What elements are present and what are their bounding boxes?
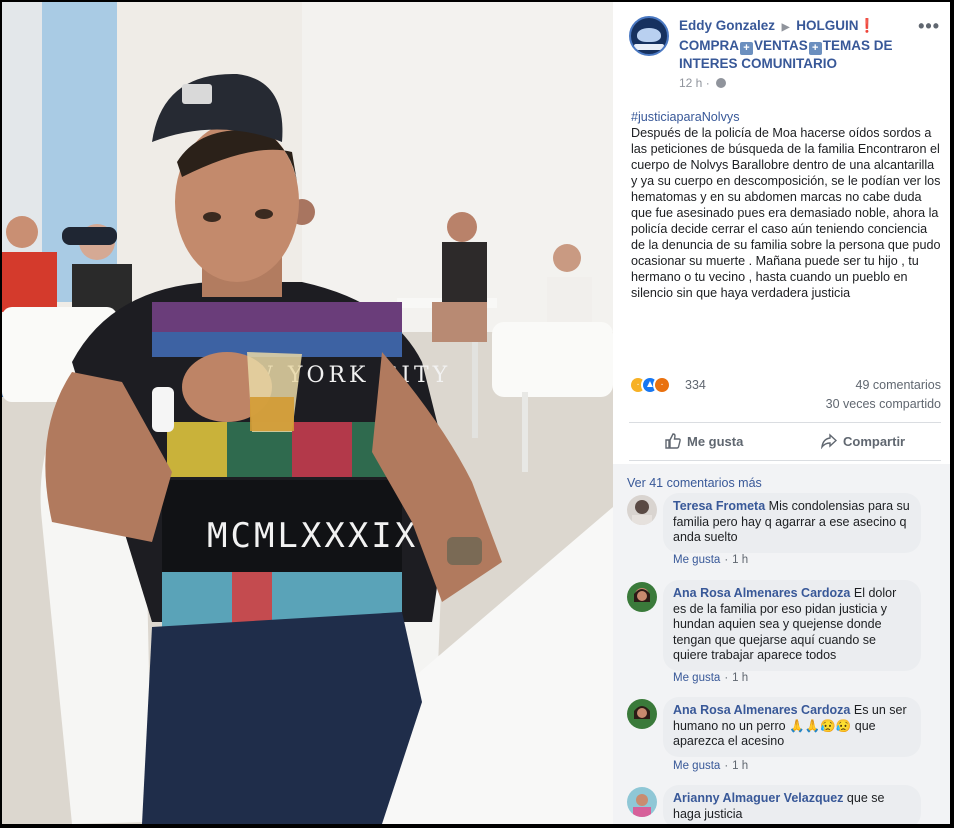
comments-section: Ver 41 comentarios más Teresa Frometa Mi… (613, 464, 950, 824)
dot-separator: · (724, 760, 729, 772)
group-name-part1: HOLGUIN (796, 18, 859, 33)
share-button-label: Compartir (843, 434, 906, 449)
share-arrow-icon (821, 433, 837, 449)
post-body-text: Después de la policía de Moa hacerse oíd… (631, 126, 941, 300)
post-text: #justiciaparaNolvys Después de la policí… (631, 109, 941, 301)
comment-bubble: Arianny Almaguer Velazquez que se haga j… (663, 785, 921, 824)
comment-author[interactable]: Ana Rosa Almenares Cardoza (673, 703, 850, 717)
photo-illustration: NEW YORK CITY MCMLXXXIX (2, 2, 613, 824)
arrow-right-icon: ▶ (781, 22, 790, 33)
exclamation-icon: ❗ (858, 18, 876, 33)
share-button[interactable]: Compartir (821, 427, 905, 457)
post-actions: Me gusta Compartir (629, 427, 941, 457)
avatar[interactable] (627, 699, 657, 729)
dot-separator: · (724, 672, 729, 684)
comment-like-button[interactable]: Me gusta (673, 672, 720, 684)
group-avatar[interactable] (629, 16, 669, 56)
plus-icon: + (740, 42, 753, 55)
comment-author[interactable]: Ana Rosa Almenares Cardoza (673, 586, 850, 600)
group-name-part2: COMPRA (679, 38, 739, 53)
comment-time[interactable]: 1 h (732, 554, 748, 566)
shares-count[interactable]: 30 veces compartido (826, 397, 941, 411)
comment-like-button[interactable]: Me gusta (673, 760, 720, 772)
post-time[interactable]: 12 h (679, 76, 702, 90)
comment-actions: Me gusta · 1 h (673, 760, 748, 772)
author-link[interactable]: Eddy Gonzalez (679, 18, 775, 33)
comment-author[interactable]: Teresa Frometa (673, 499, 765, 513)
like-button-label: Me gusta (687, 434, 744, 449)
comment-bubble: Ana Rosa Almenares Cardoza Es un ser hum… (663, 697, 921, 757)
more-options-icon[interactable]: ••• (918, 16, 940, 37)
post-panel: Eddy Gonzalez ▶ HOLGUIN❗ COMPRA + VENTAS + T… (613, 2, 950, 824)
post-meta: 12 h · (679, 76, 727, 90)
divider (629, 460, 941, 461)
like-button[interactable]: Me gusta (665, 427, 743, 457)
reaction-icons[interactable]: · ▲ · (629, 376, 671, 394)
avatar[interactable] (627, 582, 657, 612)
comment-actions: Me gusta · 1 h (673, 672, 748, 684)
view-more-comments-link[interactable]: Ver 41 comentarios más (627, 476, 762, 490)
post-lightbox: NEW YORK CITY MCMLXXXIX Eddy Gonzalez ▶ … (2, 2, 950, 824)
comment-bubble: Ana Rosa Almenares Cardoza El dolor es d… (663, 580, 921, 671)
comment-time[interactable]: 1 h (732, 672, 748, 684)
angry-reaction-icon: · (653, 376, 671, 394)
group-name-part3: VENTAS (754, 38, 808, 53)
plus-icon: + (808, 42, 822, 55)
post-photo[interactable]: NEW YORK CITY MCMLXXXIX (2, 2, 613, 824)
avatar[interactable] (627, 495, 657, 525)
shirt-text-bottom: MCMLXXXIX (207, 516, 418, 556)
dot-separator: · (724, 554, 729, 566)
post-header-title: Eddy Gonzalez ▶ HOLGUIN❗ COMPRA + VENTAS + T… (679, 17, 909, 73)
post-header: Eddy Gonzalez ▶ HOLGUIN❗ COMPRA + VENTAS + T… (627, 14, 942, 94)
reactions-bar: · ▲ · 334 49 comentarios 30 veces comparti… (629, 376, 941, 422)
thumbs-up-icon (665, 433, 681, 449)
comments-count[interactable]: 49 comentarios (856, 378, 941, 392)
hashtag-link[interactable]: #justiciaparaNolvys (631, 109, 941, 125)
globe-icon (716, 78, 727, 88)
comment-time[interactable]: 1 h (732, 760, 748, 772)
reaction-count[interactable]: 334 (685, 378, 706, 392)
comment-bubble: Teresa Frometa Mis condolensias para su … (663, 493, 921, 553)
dot-separator: · (702, 76, 714, 90)
comment-actions: Me gusta · 1 h (673, 554, 748, 566)
comment-author[interactable]: Arianny Almaguer Velazquez (673, 791, 843, 805)
comment-like-button[interactable]: Me gusta (673, 554, 720, 566)
avatar[interactable] (627, 787, 657, 817)
divider (629, 422, 941, 423)
